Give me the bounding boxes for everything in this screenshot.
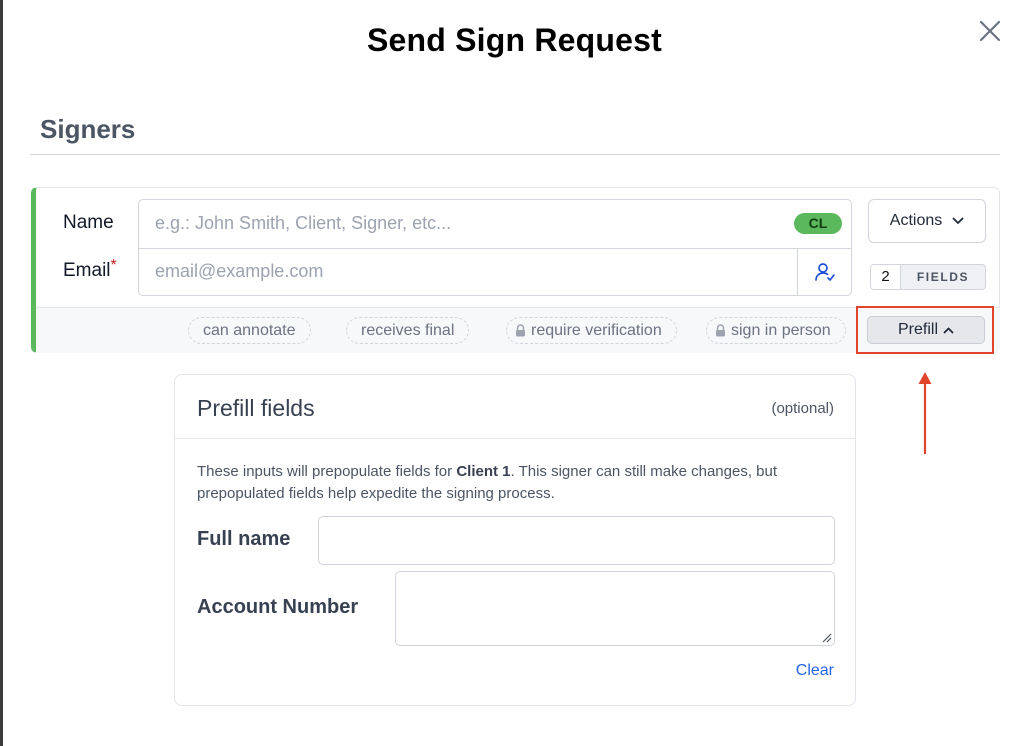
signers-heading: Signers <box>40 114 136 144</box>
fields-label: FIELDS <box>916 270 970 284</box>
email-label: Email* <box>63 257 117 282</box>
chip-can-annotate[interactable]: can annotate <box>188 317 311 344</box>
user-check-icon <box>815 263 835 281</box>
lock-icon <box>516 324 525 337</box>
chip-sign-in-person[interactable]: sign in person <box>706 317 846 344</box>
account-number-textarea[interactable] <box>395 571 835 646</box>
full-name-label: Full name <box>197 528 291 550</box>
required-marker: * <box>110 257 117 274</box>
section-divider <box>30 154 1000 155</box>
annotation-highlight-box <box>856 306 994 354</box>
actions-label: Actions <box>889 212 943 229</box>
chip-label: require verification <box>531 322 662 339</box>
chip-label: sign in person <box>731 322 831 339</box>
send-sign-request-modal: Send Sign Request Signers Name Email* e.… <box>3 0 1026 746</box>
annotation-arrow-icon <box>918 372 932 454</box>
resize-grip-icon[interactable] <box>820 631 832 643</box>
signer-card: Name Email* e.g.: John Smith, Client, Si… <box>31 187 1000 353</box>
signer-initials-badge: CL <box>794 213 842 234</box>
clear-link[interactable]: Clear <box>796 662 834 680</box>
panel-divider <box>175 438 855 439</box>
chevron-down-icon <box>952 217 964 224</box>
close-icon <box>979 20 1001 42</box>
chip-receives-final[interactable]: receives final <box>346 317 470 344</box>
optional-note: (optional) <box>771 400 834 417</box>
name-input[interactable]: e.g.: John Smith, Client, Signer, etc... <box>155 213 451 234</box>
input-divider <box>139 248 851 249</box>
email-label-text: Email <box>63 260 111 281</box>
select-contact-button[interactable] <box>797 249 851 295</box>
actions-button[interactable]: Actions <box>868 199 986 243</box>
fields-count: 2 <box>871 265 901 289</box>
desc-text-1: These inputs will prepopulate fields for <box>197 463 457 480</box>
fields-count-pill[interactable]: 2 FIELDS <box>870 264 986 290</box>
close-button[interactable] <box>977 18 1003 44</box>
lock-icon <box>716 324 725 337</box>
prefill-fields-panel: Prefill fields (optional) These inputs w… <box>174 374 856 706</box>
email-input[interactable]: email@example.com <box>155 261 323 282</box>
desc-signer-name: Client 1 <box>456 463 511 480</box>
chip-label: receives final <box>361 322 455 339</box>
full-name-input[interactable] <box>318 516 835 565</box>
prefill-description: These inputs will prepopulate fields for… <box>197 461 837 505</box>
signer-input-group: e.g.: John Smith, Client, Signer, etc...… <box>138 199 852 296</box>
dialog-title: Send Sign Request <box>367 22 662 58</box>
chip-label: can annotate <box>203 322 296 339</box>
name-label: Name <box>63 212 114 233</box>
chip-require-verification[interactable]: require verification <box>506 317 677 344</box>
prefill-panel-title: Prefill fields <box>197 395 315 421</box>
account-number-label: Account Number <box>197 596 359 618</box>
